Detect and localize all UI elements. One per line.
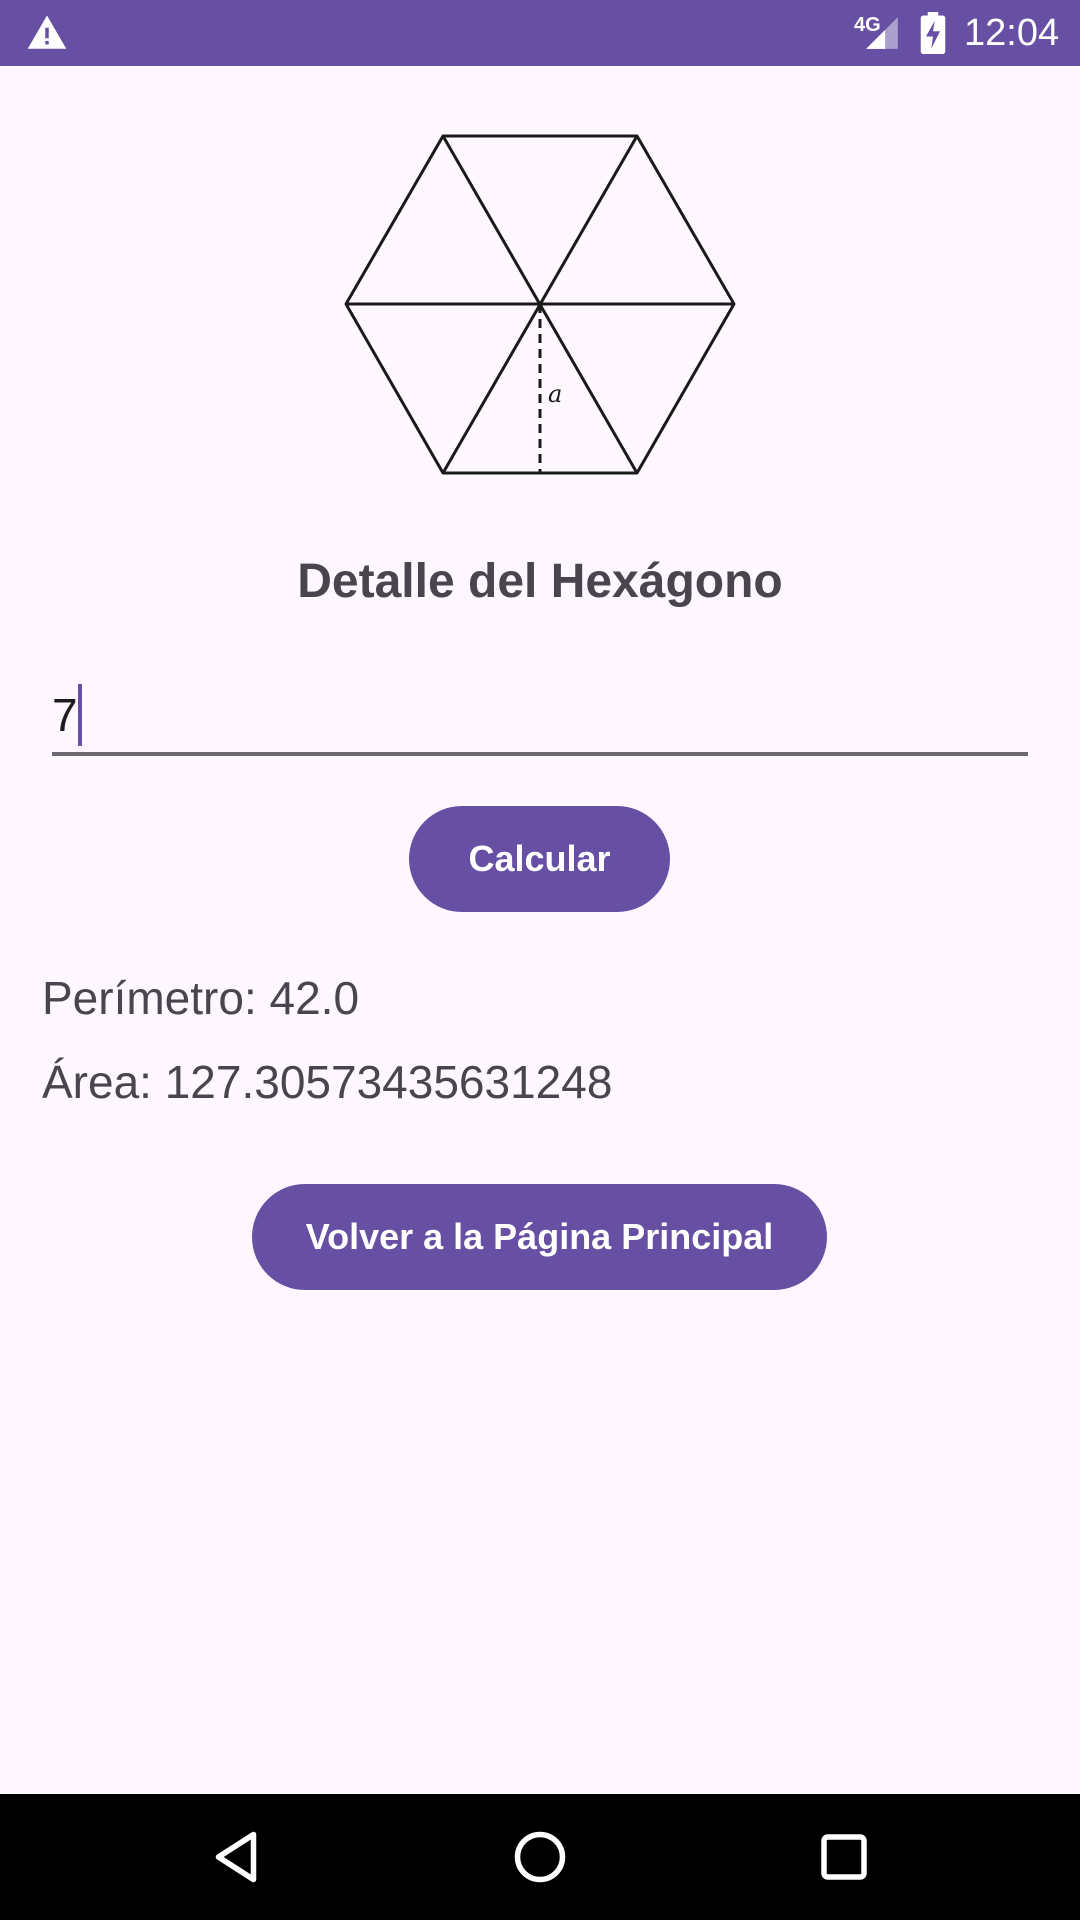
- recents-icon[interactable]: [814, 1827, 874, 1887]
- home-icon[interactable]: [510, 1827, 570, 1887]
- status-bar: 4G 12:04: [0, 0, 1080, 66]
- hexagon-diagram: a: [344, 134, 736, 475]
- back-to-main-button[interactable]: Volver a la Página Principal: [252, 1184, 827, 1290]
- calculate-button[interactable]: Calcular: [409, 806, 670, 912]
- signal-icon: [866, 17, 898, 49]
- area-result: Área: 127.30573435631248: [42, 1056, 613, 1108]
- side-length-value[interactable]: 7: [52, 686, 78, 744]
- perimeter-result: Perímetro: 42.0: [42, 972, 360, 1024]
- navigation-bar: [0, 1794, 1080, 1920]
- status-clock: 12:04: [964, 12, 1060, 54]
- side-length-input[interactable]: 7: [52, 680, 1028, 756]
- text-cursor: [78, 684, 82, 746]
- warning-icon: [27, 15, 67, 49]
- back-icon[interactable]: [206, 1827, 266, 1887]
- battery-charging-icon: [920, 12, 946, 54]
- page-title: Detalle del Hexágono: [297, 555, 783, 608]
- apothem-label: a: [548, 380, 562, 408]
